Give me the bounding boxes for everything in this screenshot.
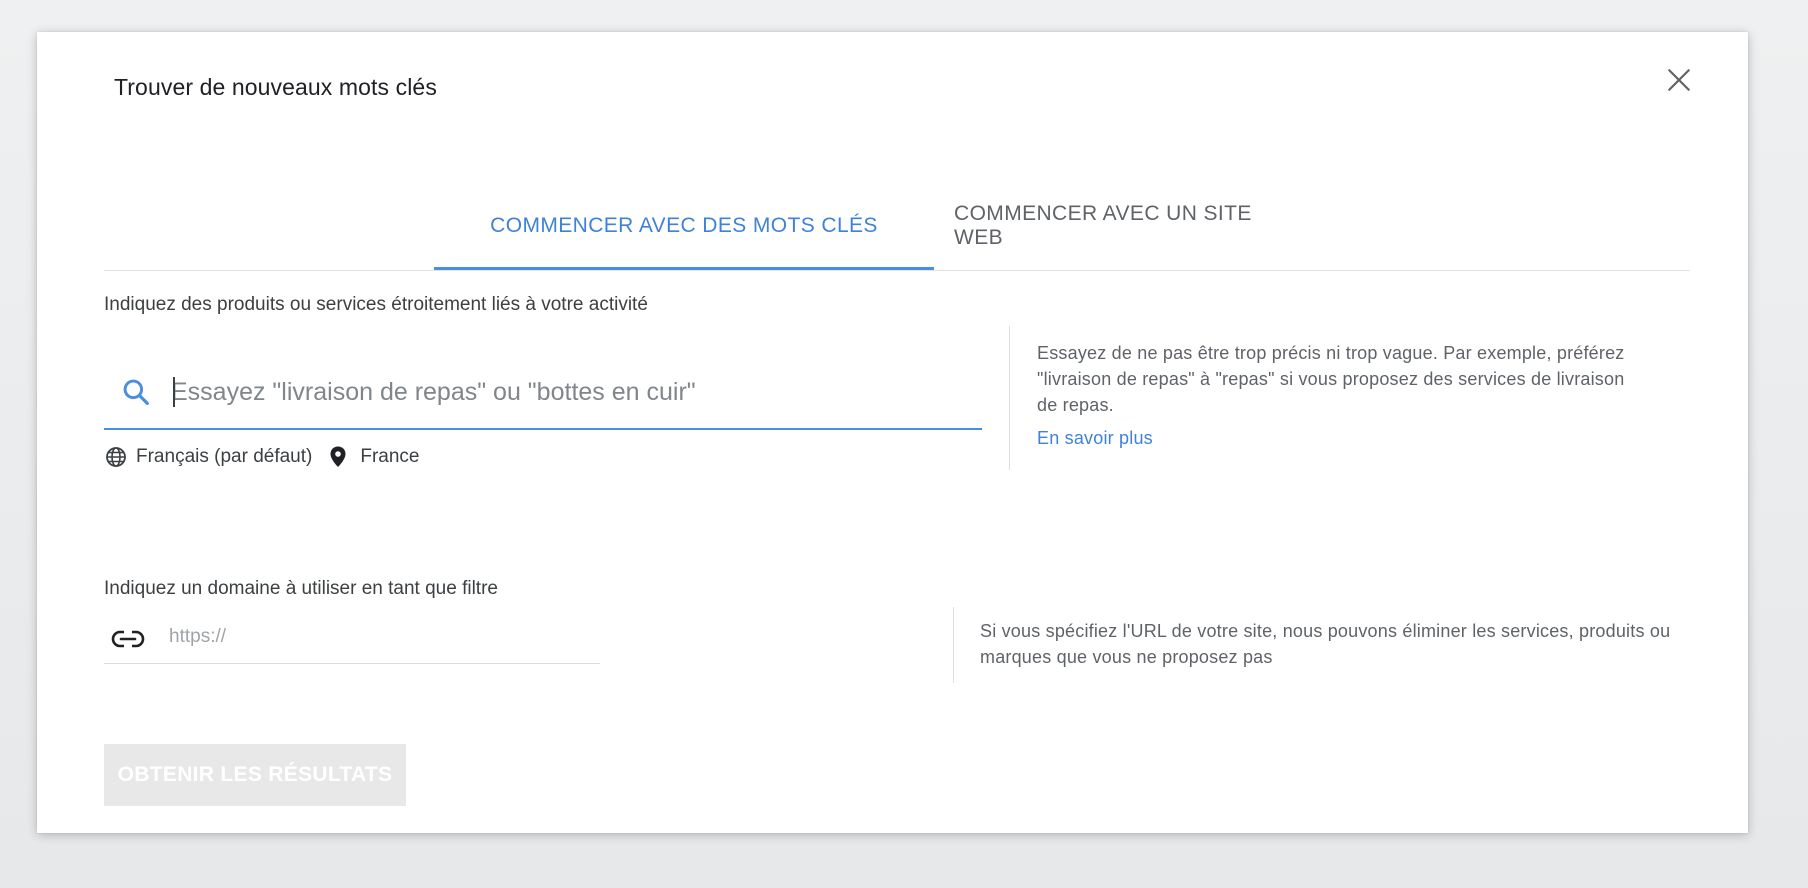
learn-more-link[interactable]: En savoir plus [1037,428,1153,449]
location-label: France [360,446,420,467]
tip-divider [953,607,954,683]
tab-bar: COMMENCER AVEC DES MOTS CLÉS COMMENCER A… [104,182,1690,271]
tab-start-with-website[interactable]: COMMENCER AVEC UN SITE WEB [954,182,1299,270]
link-icon [111,630,145,648]
products-services-label: Indiquez des produits ou services étroit… [104,294,648,315]
domain-filter-label: Indiquez un domaine à utiliser en tant q… [104,578,498,599]
text-caret [173,377,175,407]
page-background: Trouver de nouveaux mots clés COMMENCER … [0,0,1808,888]
domain-input[interactable] [169,623,589,651]
keyword-tip-text: Essayez de ne pas être trop précis ni tr… [1037,343,1625,415]
keyword-planner-dialog: Trouver de nouveaux mots clés COMMENCER … [37,32,1748,833]
search-icon [123,379,149,405]
location-pin-icon [330,446,346,467]
language-label: Français (par défaut) [136,446,313,467]
tip-divider [1009,326,1010,470]
active-tab-indicator [434,267,934,270]
location-selector[interactable]: France [328,445,420,469]
language-selector[interactable]: Français (par défaut) [104,445,312,469]
get-results-button[interactable]: OBTENIR LES RÉSULTATS [104,744,406,806]
dialog-title: Trouver de nouveaux mots clés [114,74,437,100]
domain-field[interactable] [104,615,600,664]
keyword-input[interactable] [171,371,961,413]
keyword-search-field[interactable] [104,358,982,430]
tab-start-with-keywords[interactable]: COMMENCER AVEC DES MOTS CLÉS [434,182,934,270]
domain-tip-text: Si vous spécifiez l'URL de votre site, n… [980,621,1671,667]
close-icon [1668,69,1690,91]
close-button[interactable] [1656,57,1702,103]
targeting-row: Français (par défaut) France [104,442,420,472]
globe-icon [106,447,126,467]
